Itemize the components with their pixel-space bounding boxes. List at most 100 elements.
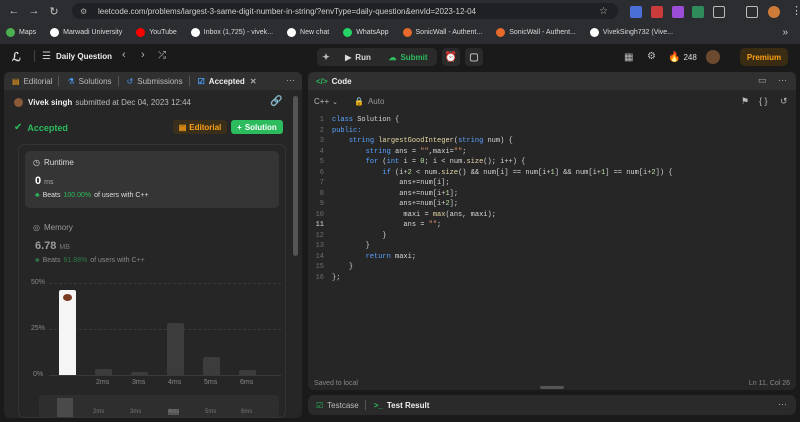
profile-avatar-icon[interactable] xyxy=(768,6,780,18)
extension-icon[interactable] xyxy=(651,6,663,18)
chart-bar[interactable] xyxy=(239,370,256,375)
code-line[interactable]: 11 ans = ""; xyxy=(308,221,442,232)
notes-button[interactable]: ▢ xyxy=(465,48,483,66)
username[interactable]: Vivek singh xyxy=(28,98,72,107)
settings-gear-icon[interactable]: ⚙ xyxy=(647,51,656,62)
forward-icon[interactable]: → xyxy=(26,3,42,19)
bookmark-item[interactable]: Inbox (1,725) - vivek... xyxy=(190,27,273,37)
tab-submissions[interactable]: ↺ Submissions xyxy=(127,77,183,86)
side-panel-icon[interactable] xyxy=(746,6,758,18)
problem-list-icon[interactable]: ☰ xyxy=(42,51,51,62)
next-problem-icon[interactable]: › xyxy=(141,49,145,61)
reset-icon[interactable]: ↺ xyxy=(780,96,788,107)
code-line[interactable]: 16}; xyxy=(308,274,341,285)
code-line[interactable]: 10 maxi = max(ans, maxi); xyxy=(308,211,496,222)
shuffle-icon[interactable]: ⤮ xyxy=(158,50,166,61)
auto-mode[interactable]: 🔒 Auto xyxy=(354,97,384,106)
code-line[interactable]: 7 ans+=num[i]; xyxy=(308,179,450,190)
bookmark-item[interactable]: Marwadi University xyxy=(50,27,122,37)
bookmark-item[interactable]: SonicWall - Authent... xyxy=(496,27,576,37)
chart-bar[interactable] xyxy=(167,323,184,375)
cloud-upload-icon: ☁ xyxy=(388,52,397,62)
runtime-box[interactable]: ◷ Runtime 0 ms ♣ Beats 100.00% of users … xyxy=(25,151,279,208)
extension-icon[interactable] xyxy=(672,6,684,18)
reload-icon[interactable]: ↻ xyxy=(46,3,62,19)
extension-icon[interactable] xyxy=(630,6,642,18)
overview-tick: 2ms xyxy=(93,409,105,415)
code-text: class Solution { xyxy=(332,116,400,124)
code-line[interactable]: 14 return maxi; xyxy=(308,253,416,264)
bookmarks-overflow-icon[interactable]: » xyxy=(782,27,788,38)
browser-chrome: ← → ↻ ⚙ leetcode.com/problems/largest-3-… xyxy=(0,0,800,44)
panel-menu-icon[interactable]: ⋯ xyxy=(778,75,787,86)
code-line[interactable]: 8 ans+=num[i+1]; xyxy=(308,190,458,201)
timer-button[interactable]: ⏰ xyxy=(442,48,460,66)
share-link-icon[interactable]: 🔗 xyxy=(270,96,282,107)
code-line[interactable]: 12 } xyxy=(308,232,387,243)
premium-button[interactable]: Premium xyxy=(740,48,788,66)
memory-chip-icon: ◎ xyxy=(33,223,40,232)
bookmark-label: Maps xyxy=(19,28,37,36)
bookmark-item[interactable]: New chat xyxy=(287,27,329,37)
debug-icon[interactable]: ✦ xyxy=(320,50,332,64)
url-bar[interactable]: ⚙ leetcode.com/problems/largest-3-same-d… xyxy=(72,3,618,19)
tab-editorial[interactable]: ▤ Editorial xyxy=(12,77,52,86)
scrollbar-thumb[interactable] xyxy=(293,96,298,256)
editorial-button[interactable]: ▤ Editorial xyxy=(173,120,227,134)
panel-menu-icon[interactable]: ⋯ xyxy=(286,75,295,86)
maximize-icon[interactable]: ▭ xyxy=(758,75,767,86)
tab-test-result[interactable]: >_ Test Result xyxy=(374,401,430,410)
tab-solutions[interactable]: ⚗ Solutions xyxy=(67,77,111,86)
daily-question-title[interactable]: Daily Question xyxy=(56,52,112,61)
bookmark-item[interactable]: SonicWall - Authent... xyxy=(402,27,482,37)
chart-range-overview[interactable]: 2ms 3ms 4ms 5ms 6ms xyxy=(39,395,279,417)
memory-header[interactable]: ◎ Memory xyxy=(33,223,73,232)
code-line[interactable]: 6 if (i+2 < num.size() && num[i] == num[… xyxy=(308,169,673,180)
user-avatar[interactable] xyxy=(706,50,720,64)
solution-button[interactable]: + Solution xyxy=(231,120,283,134)
back-icon[interactable]: ← xyxy=(6,3,22,19)
bookmark-star-icon[interactable]: ☆ xyxy=(599,6,608,17)
layout-grid-icon[interactable]: ▦ xyxy=(624,52,633,63)
chart-bar[interactable] xyxy=(59,290,76,375)
code-line[interactable]: 13 } xyxy=(308,242,370,253)
chart-bar[interactable] xyxy=(95,369,112,375)
code-line[interactable]: 9 ans+=num[i+2]; xyxy=(308,200,458,211)
leetcode-logo-icon[interactable]: ℒ xyxy=(12,50,21,64)
chart-bar[interactable] xyxy=(131,372,148,375)
code-line[interactable]: 1 class Solution { xyxy=(308,116,399,127)
tab-testcase[interactable]: ☑ Testcase xyxy=(316,401,359,410)
bookmark-item[interactable]: YouTube xyxy=(136,27,177,37)
code-line[interactable]: 15 } xyxy=(308,263,353,274)
format-braces-icon[interactable]: { } xyxy=(759,96,768,106)
chart-bar[interactable] xyxy=(203,356,220,375)
bookmark-favicon-icon xyxy=(6,27,15,37)
code-editor[interactable]: 1 class Solution {2 public: 3 string larges… xyxy=(308,116,796,376)
site-info-icon[interactable]: ⚙ xyxy=(80,7,92,16)
submit-button[interactable]: ☁ Submit xyxy=(383,50,433,64)
bookmark-item[interactable]: VivekSingh732 (Vive... xyxy=(589,27,673,37)
streak-counter[interactable]: 🔥 248 xyxy=(668,52,697,63)
submission-header: Vivek singh submitted at Dec 04, 2023 12… xyxy=(14,98,191,107)
overview-tick: 4ms xyxy=(168,409,180,415)
tab-code[interactable]: </> Code xyxy=(316,77,352,86)
bookmark-icon[interactable]: ⚑ xyxy=(741,96,749,107)
code-line[interactable]: 4 string ans = "",maxi=""; xyxy=(308,148,467,159)
run-button[interactable]: ▶ Run xyxy=(339,50,377,64)
tab-accepted[interactable]: ☑ Accepted ✕ xyxy=(198,77,257,86)
code-line[interactable]: 5 for (int i = 0; i < num.size(); i++) { xyxy=(308,158,526,169)
panel-menu-icon[interactable]: ⋯ xyxy=(778,399,787,410)
language-select[interactable]: C++ ⌄ xyxy=(314,97,338,106)
code-line[interactable]: 2 public: xyxy=(308,127,362,138)
extensions-puzzle-icon[interactable] xyxy=(713,6,725,18)
code-line[interactable]: 3 string largestGoodInteger(string num) … xyxy=(308,137,513,148)
bookmark-item[interactable]: Maps xyxy=(6,27,37,37)
bookmark-favicon-icon xyxy=(190,27,200,37)
bookmark-item[interactable]: WhatsApp xyxy=(343,27,389,37)
extension-icon[interactable] xyxy=(692,6,704,18)
close-icon[interactable]: ✕ xyxy=(250,77,257,86)
prev-problem-icon[interactable]: ‹ xyxy=(122,49,126,61)
menu-kebab-icon[interactable]: ⋮ xyxy=(791,4,800,17)
x-tick-label: 4ms xyxy=(168,379,182,386)
resize-handle[interactable] xyxy=(540,386,564,389)
